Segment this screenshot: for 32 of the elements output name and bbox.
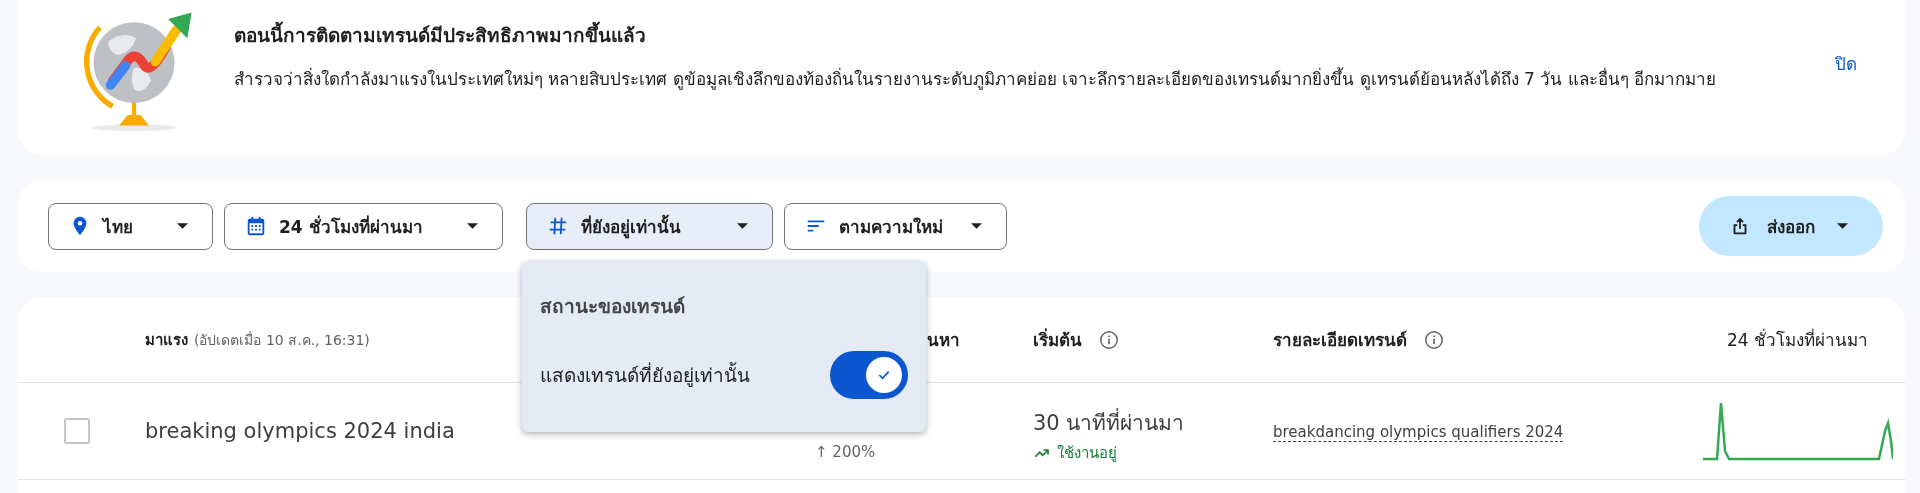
- status-label: ใช้งานอยู่: [1057, 442, 1117, 464]
- info-icon[interactable]: [1098, 328, 1120, 351]
- filter-button[interactable]: ที่ยังอยู่เท่านั้น: [526, 202, 773, 250]
- banner-title: ตอนนี้การติดตามเทรนด์มีประสิทธิภาพมากขึ้นแล้ว: [234, 20, 1787, 50]
- calendar-icon: [245, 215, 267, 237]
- caret-icon: [177, 223, 188, 229]
- started-time: 30 นาทีที่ผ่านมา: [1033, 407, 1186, 437]
- column-header: มาแรง: [145, 329, 188, 351]
- caret-icon: [1837, 223, 1848, 229]
- column-header: นหา: [927, 329, 960, 352]
- column-header: เริ่มต้น: [1033, 327, 1082, 352]
- export-button[interactable]: ส่งออก: [1699, 196, 1883, 256]
- caret-icon: [971, 223, 982, 229]
- caret-icon: [737, 223, 748, 229]
- toggle-label: แสดงเทรนด์ที่ยังอยู่เท่านั้น: [540, 361, 750, 389]
- trend-detail-link[interactable]: breakdancing olympics qualifiers 2024: [1273, 422, 1564, 442]
- close-button[interactable]: ปิด: [1827, 46, 1865, 81]
- column-header: รายละเอียดเทรนด์: [1273, 329, 1407, 352]
- hashtag-icon: [547, 215, 569, 237]
- filter-button[interactable]: ตามความใหม่: [784, 202, 1007, 250]
- change-label: ↑ 200%: [815, 442, 876, 461]
- column-header: 24 ชั่วโมงที่ผ่านมา: [1726, 327, 1868, 352]
- info-icon[interactable]: [1423, 328, 1445, 351]
- filter-button[interactable]: ไทย: [48, 202, 213, 250]
- toggle-switch[interactable]: [830, 351, 908, 399]
- updated-label: (อัปเดตเมื่อ 10 ส.ค., 16:31): [194, 330, 370, 350]
- row-checkbox[interactable]: [63, 418, 90, 444]
- banner-description: สำรวจว่าสิ่งใดกำลังมาแรงในประเทศใหม่ๆ หลายสิบประเทศ ดูข้อมูลเชิงลึกของท้องถิ่นในรายงานระดับภูมิภาคย่อย เจาะลึกรายละเอียดของเทรนด์มากยิ่งขึ้น ดูเทรนด์ย้อนหลังได้ถึง 7 วัน และอื่นๆ อีกมากมาย: [234, 66, 1718, 92]
- caret-icon: [467, 223, 478, 229]
- trend-name[interactable]: breaking olympics 2024 india: [145, 419, 455, 443]
- filter-button[interactable]: 24 ชั่วโมงที่ผ่านมา: [224, 202, 503, 250]
- menu-title: สถานะของเทรนด์: [540, 294, 686, 319]
